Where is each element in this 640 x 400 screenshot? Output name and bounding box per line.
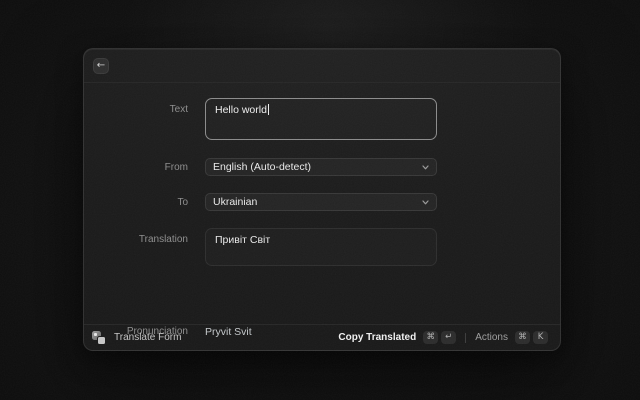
translation-output[interactable]: Привіт Світ (205, 228, 437, 266)
translation-output-value: Привіт Світ (215, 234, 270, 246)
return-key-icon: ↵ (441, 331, 456, 344)
chevron-down-icon (422, 200, 429, 205)
command-key-icon: ⌘ (423, 331, 438, 344)
k-key: K (533, 331, 548, 344)
text-field-row: Text Hello world (84, 98, 560, 140)
text-cursor (268, 104, 269, 115)
footer-divider (465, 333, 466, 343)
extension-name: Translate Form (114, 332, 181, 343)
to-dropdown-value: Ukrainian (213, 196, 257, 208)
desktop-background: ← Text Hello world From English (Auto-de… (0, 0, 640, 400)
copy-translated-button[interactable]: Copy Translated (338, 332, 416, 343)
actions-button[interactable]: Actions (475, 332, 508, 343)
actions-shortcut: ⌘ K (515, 331, 548, 344)
from-field-row: From English (Auto-detect) (84, 158, 560, 176)
arrow-left-icon: ← (97, 59, 105, 73)
text-input-value: Hello world (215, 104, 267, 116)
footer-actions: Copy Translated ⌘ ↵ Actions ⌘ K (338, 331, 548, 344)
to-field-row: To Ukrainian (84, 193, 560, 211)
translation-field-row: Translation Привіт Світ (84, 228, 560, 266)
translate-form-window: ← Text Hello world From English (Auto-de… (83, 48, 561, 351)
chevron-down-icon (422, 165, 429, 170)
text-field-label: Text (84, 98, 188, 116)
translation-field-label: Translation (84, 228, 188, 246)
window-header: ← (84, 49, 560, 83)
back-button[interactable]: ← (93, 58, 109, 74)
to-field-label: To (84, 196, 188, 209)
from-field-label: From (84, 161, 188, 174)
text-input[interactable]: Hello world (205, 98, 437, 140)
to-language-dropdown[interactable]: Ukrainian (205, 193, 437, 211)
translate-form-icon (92, 331, 106, 345)
command-key-icon: ⌘ (515, 331, 530, 344)
from-language-dropdown[interactable]: English (Auto-detect) (205, 158, 437, 176)
from-dropdown-value: English (Auto-detect) (213, 161, 311, 173)
copy-translated-shortcut: ⌘ ↵ (423, 331, 456, 344)
action-bar: Translate Form Copy Translated ⌘ ↵ Actio… (84, 324, 560, 350)
